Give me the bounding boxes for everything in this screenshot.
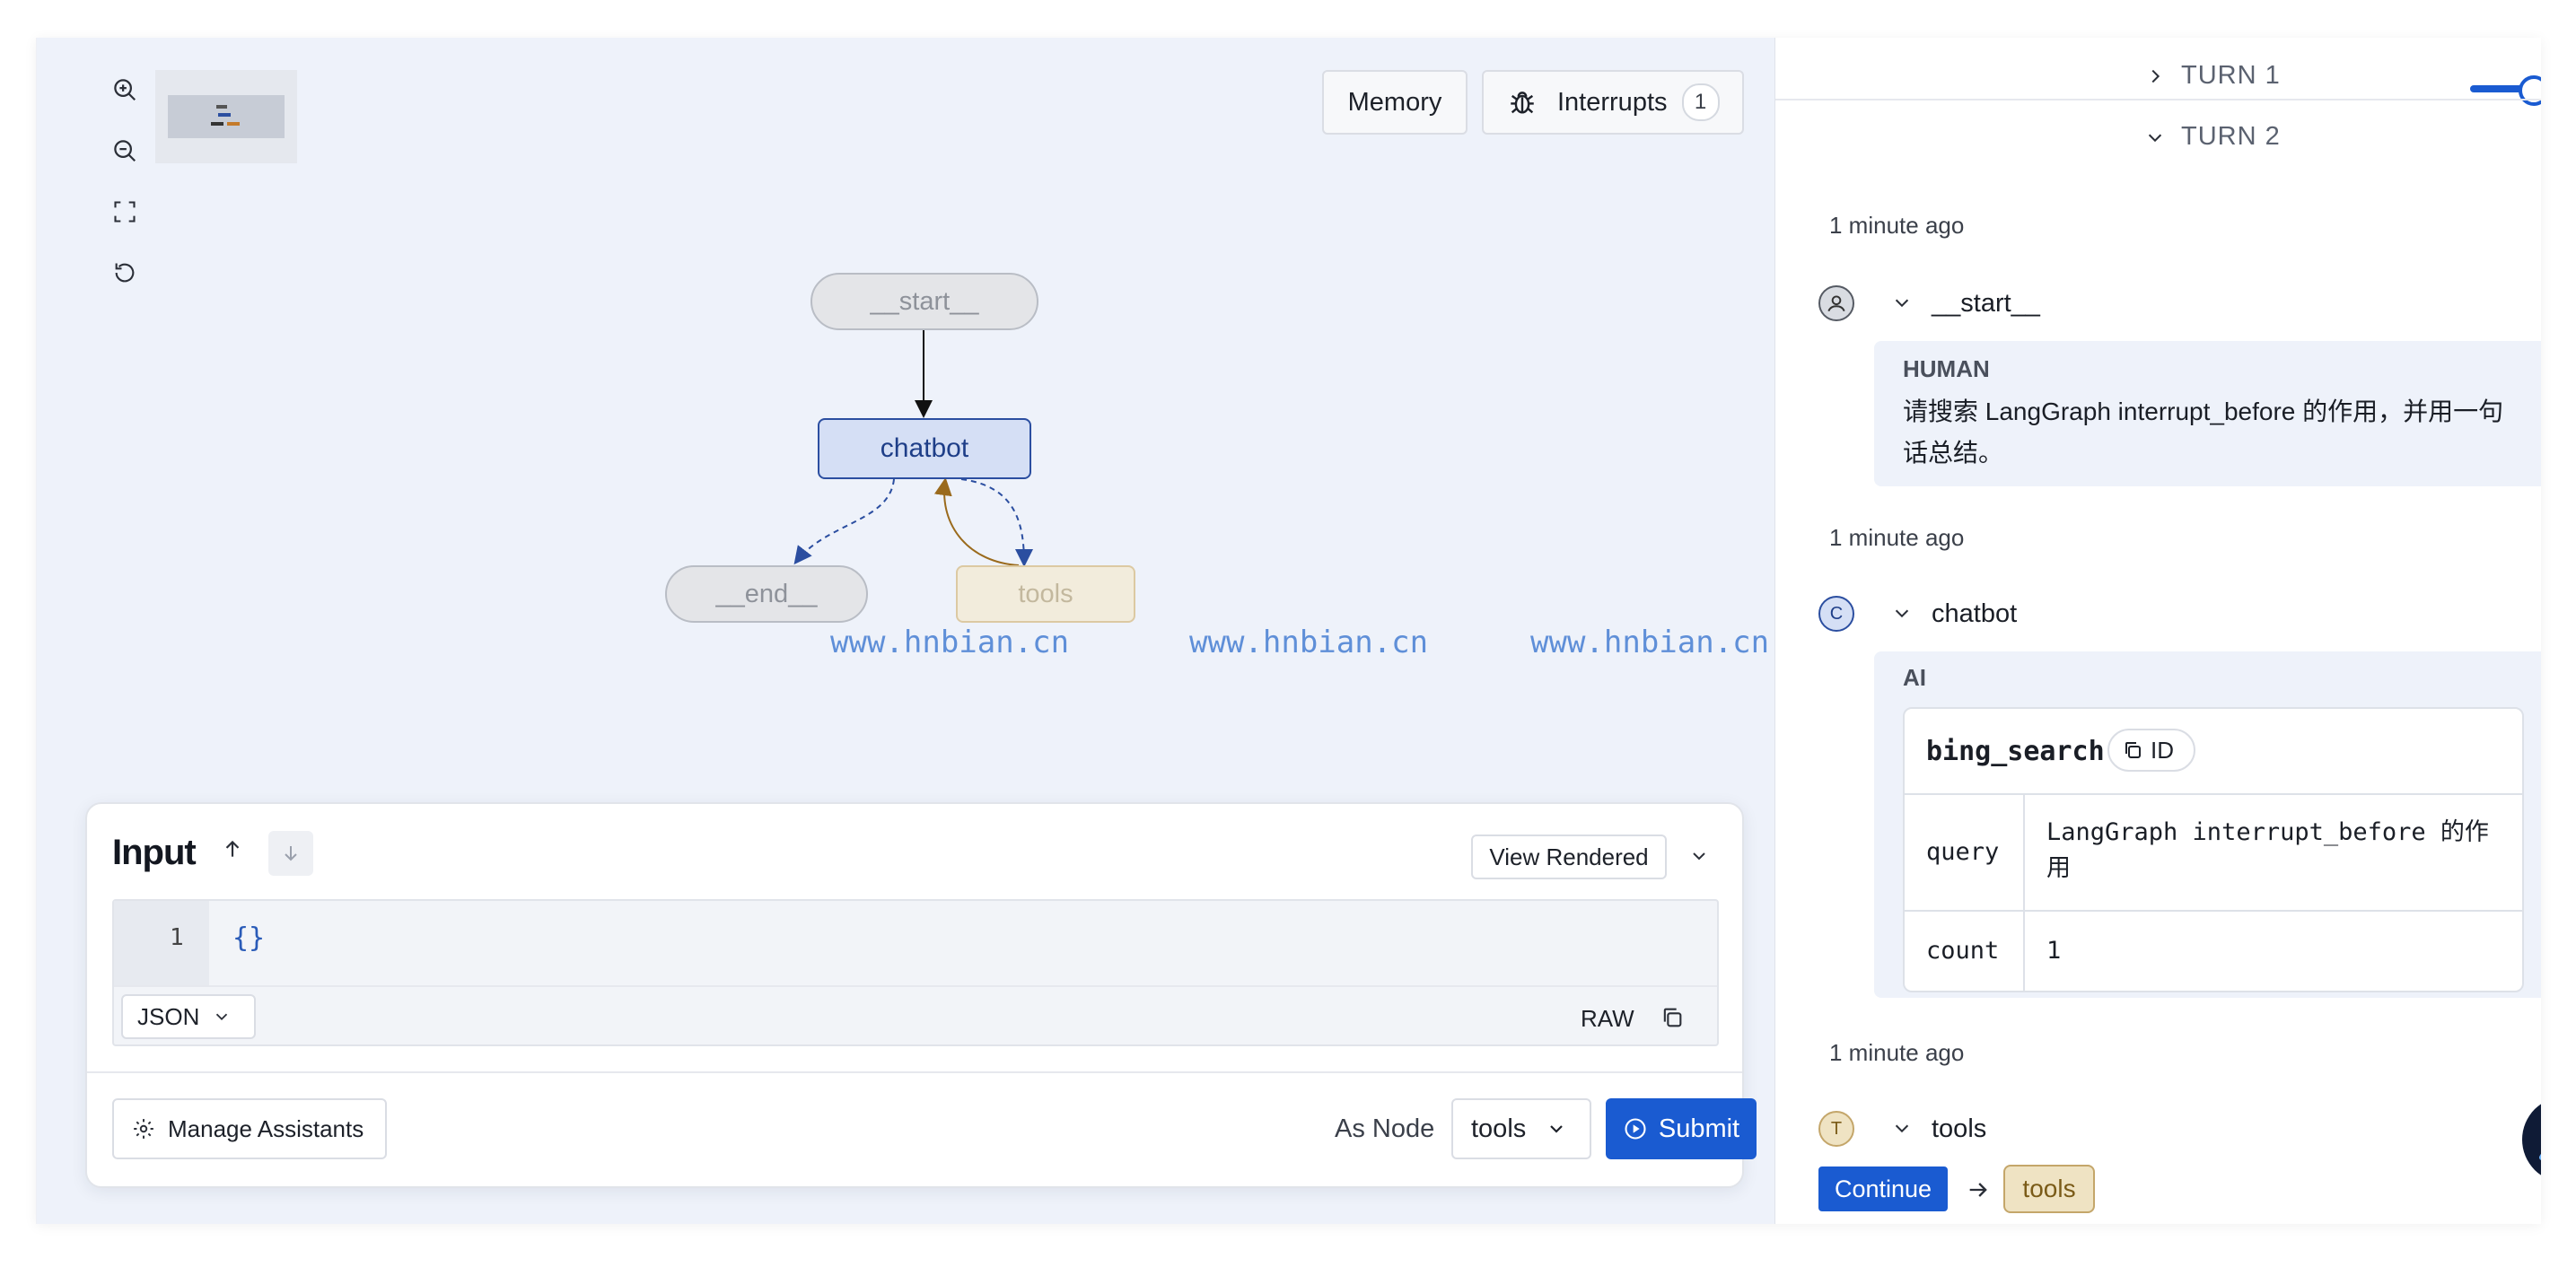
arg-col-divider	[2023, 795, 2025, 910]
node-chatbot[interactable]: chatbot	[818, 418, 1031, 479]
turn-2-toggle[interactable]: TURN 2	[2145, 122, 2281, 152]
node-end-label: __end__	[715, 579, 818, 608]
slider-handle[interactable]	[2519, 75, 2541, 106]
turn-1-toggle[interactable]: TURN 1	[2145, 61, 2281, 91]
watermark-text: www.hnbian.cn	[830, 625, 1070, 660]
tools-avatar-letter: T	[1830, 1118, 1843, 1139]
turn-1-label: TURN 1	[2181, 61, 2281, 90]
chevron-right-icon	[2145, 66, 2165, 86]
watermark-text: www.hnbian.cn	[1189, 625, 1429, 660]
continue-button[interactable]: Continue	[1818, 1167, 1948, 1211]
view-mode-label: View Rendered	[1489, 843, 1649, 870]
manage-assistants-button[interactable]: Manage Assistants	[112, 1098, 387, 1159]
submit-button-label: Submit	[1658, 1114, 1740, 1143]
chevron-down-icon[interactable]	[1681, 838, 1717, 874]
input-title: Input	[112, 833, 197, 872]
copy-icon	[2122, 739, 2143, 761]
arrow-right-icon	[1966, 1177, 1991, 1202]
node-start-label: __start__	[870, 286, 979, 316]
turn-divider	[1775, 99, 2541, 100]
arg-value: LangGraph interrupt_before 的作用	[2046, 818, 2489, 882]
chatbot-avatar: C	[1818, 596, 1854, 632]
as-node-select[interactable]: tools	[1451, 1098, 1591, 1159]
gear-icon	[132, 1117, 155, 1140]
raw-toggle[interactable]: RAW	[1581, 1005, 1634, 1033]
human-message: HUMAN 请搜索 LangGraph interrupt_before 的作用…	[1874, 341, 2541, 486]
chevron-down-icon	[1546, 1118, 1567, 1140]
arg-key: count	[1926, 937, 2000, 965]
step-name: chatbot	[1932, 599, 2018, 628]
node-start[interactable]: __start__	[810, 273, 1038, 330]
node-chatbot-label: chatbot	[880, 433, 969, 463]
continue-button-label: Continue	[1834, 1175, 1932, 1202]
view-mode-button[interactable]: View Rendered	[1471, 834, 1667, 879]
manage-assistants-label: Manage Assistants	[168, 1114, 364, 1142]
arg-col-divider	[2023, 912, 2025, 991]
copy-id-button[interactable]: ID	[2107, 729, 2195, 772]
json-editor[interactable]: 1 {} JSON RAW	[112, 899, 1719, 1046]
node-tools-label: tools	[1018, 579, 1073, 608]
editor-gutter	[114, 901, 209, 985]
step-time: 1 minute ago	[1829, 212, 1965, 239]
arrow-up-icon[interactable]	[215, 831, 250, 867]
as-node-label: As Node	[1335, 1114, 1435, 1143]
step-time: 1 minute ago	[1829, 1039, 1965, 1066]
input-panel: Input View Rendered 1 {} JSON RAW Manage…	[85, 802, 1757, 1188]
format-select[interactable]: JSON	[121, 994, 256, 1039]
help-fab-icon	[2539, 1153, 2541, 1160]
step-name: __start__	[1932, 289, 2040, 318]
node-end[interactable]: __end__	[665, 565, 868, 623]
line-number: 1	[170, 924, 184, 951]
editor-divider	[114, 985, 1717, 987]
arg-key: query	[1926, 838, 2000, 866]
thread-panel: TURN 1 TURN 2 1 minute ago __start__ HUM…	[1774, 38, 2541, 1224]
turn-slider[interactable]	[2470, 74, 2541, 109]
message-role: AI	[1903, 664, 1926, 691]
user-avatar-icon	[1818, 285, 1854, 321]
chevron-down-icon[interactable]	[1892, 293, 1912, 312]
node-tools[interactable]: tools	[956, 565, 1135, 623]
chatbot-avatar-letter: C	[1829, 603, 1844, 624]
next-node-label: tools	[2022, 1175, 2076, 1202]
chevron-down-icon	[2145, 127, 2165, 147]
copy-id-label: ID	[2151, 736, 2174, 764]
step-time: 1 minute ago	[1829, 524, 1965, 551]
arg-value: 1	[2046, 937, 2062, 965]
chevron-down-icon[interactable]	[1892, 603, 1912, 623]
step-name: tools	[1932, 1114, 1987, 1143]
app-frame: Memory Interrupts 1 __start__ chatbot __…	[36, 38, 2541, 1224]
turn-2-label: TURN 2	[2181, 122, 2281, 151]
graph-edges	[793, 330, 1033, 567]
message-role: HUMAN	[1903, 355, 1990, 382]
graph-canvas[interactable]: Memory Interrupts 1 __start__ chatbot __…	[37, 38, 1774, 1224]
ai-message: AI bing_search ID query LangGraph interr…	[1874, 651, 2541, 998]
watermark-text: www.hnbian.cn	[1530, 625, 1770, 660]
arg-row: query LangGraph interrupt_before 的作用	[1905, 795, 2522, 910]
copy-icon[interactable]	[1654, 1000, 1690, 1035]
tool-call-name: bing_search	[1926, 736, 2105, 767]
as-node-select-label: tools	[1471, 1114, 1527, 1143]
play-circle-icon	[1623, 1116, 1648, 1141]
tool-call-card: bing_search ID query LangGraph interrupt…	[1903, 707, 2524, 992]
message-text: 请搜索 LangGraph interrupt_before 的作用，并用一句话…	[1903, 398, 2504, 467]
tools-avatar: T	[1818, 1111, 1854, 1147]
code-content[interactable]: {}	[232, 922, 265, 954]
chevron-down-icon[interactable]	[1892, 1118, 1912, 1138]
arrow-down-icon[interactable]	[268, 831, 313, 876]
input-divider	[87, 1071, 1742, 1073]
arg-row: count 1	[1905, 912, 2522, 991]
chevron-down-icon	[212, 1007, 232, 1027]
help-fab[interactable]	[2522, 1097, 2541, 1183]
submit-button[interactable]: Submit	[1606, 1098, 1757, 1159]
format-select-label: JSON	[137, 1002, 200, 1030]
next-node-tag: tools	[2003, 1165, 2095, 1213]
